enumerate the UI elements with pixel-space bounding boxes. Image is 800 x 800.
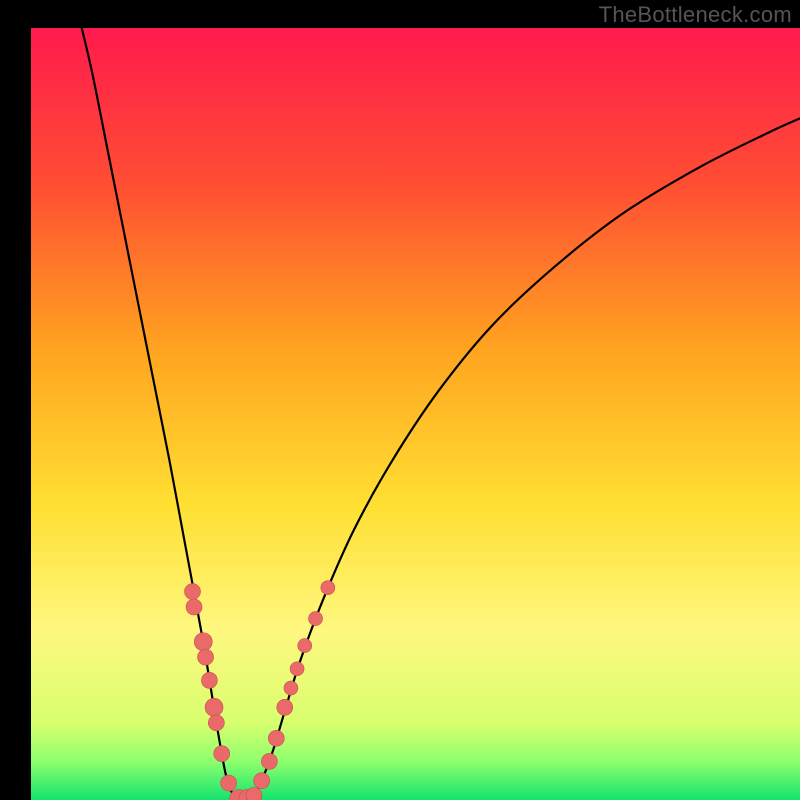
marker-dot (321, 581, 335, 595)
marker-dot (194, 633, 212, 651)
bottleneck-chart (0, 0, 800, 800)
marker-dot (198, 649, 214, 665)
marker-dot (221, 775, 237, 791)
marker-dot (309, 612, 323, 626)
marker-dot (298, 639, 312, 653)
marker-dot (261, 753, 277, 769)
marker-dot (186, 599, 202, 615)
watermark-text: TheBottleneck.com (599, 2, 792, 28)
marker-dot (254, 773, 270, 789)
marker-dot (246, 787, 262, 800)
marker-dot (201, 672, 217, 688)
chart-frame: TheBottleneck.com (0, 0, 800, 800)
marker-dot (208, 715, 224, 731)
marker-dot (205, 698, 223, 716)
marker-dot (184, 584, 200, 600)
marker-dot (268, 730, 284, 746)
marker-dot (214, 746, 230, 762)
marker-dot (290, 662, 304, 676)
marker-dot (277, 699, 293, 715)
marker-dot (284, 681, 298, 695)
plot-background (31, 28, 800, 800)
